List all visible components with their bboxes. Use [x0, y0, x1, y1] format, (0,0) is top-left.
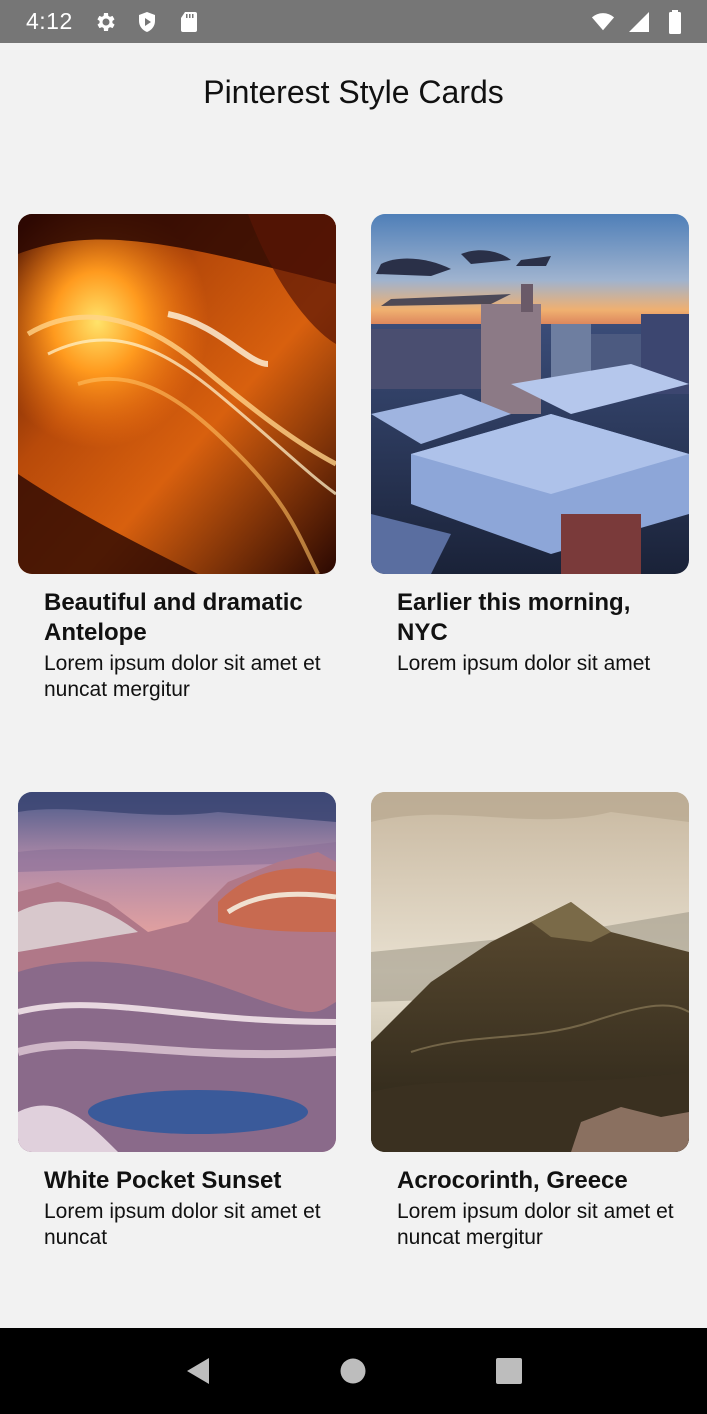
card-title: Acrocorinth, Greece	[397, 1167, 628, 1194]
back-icon[interactable]	[178, 1351, 218, 1391]
card-acrocorinth[interactable]: Acrocorinth, Greece Lorem ipsum dolor si…	[371, 792, 689, 1251]
card-title: Beautiful and dramatic Antelope	[44, 589, 303, 646]
card-white-pocket[interactable]: White Pocket Sunset Lorem ipsum dolor si…	[18, 792, 336, 1251]
gear-icon	[93, 10, 117, 34]
card-description: Lorem ipsum dolor sit amet	[397, 652, 651, 675]
home-icon[interactable]	[333, 1351, 373, 1391]
card-text: White Pocket Sunset Lorem ipsum dolor si…	[18, 1152, 336, 1251]
card-description: Lorem ipsum dolor sit amet et nuncat mer…	[44, 652, 321, 701]
navigation-bar	[0, 1328, 707, 1414]
page-title: Pinterest Style Cards	[203, 74, 504, 110]
card-text: Beautiful and dramatic Antelope Lorem ip…	[18, 574, 336, 703]
card-text: Earlier this morning, NYC Lorem ipsum do…	[371, 574, 689, 677]
status-bar: 4:12	[0, 0, 707, 43]
card-antelope[interactable]: Beautiful and dramatic Antelope Lorem ip…	[18, 214, 336, 703]
wifi-icon	[591, 10, 615, 34]
card-nyc[interactable]: Earlier this morning, NYC Lorem ipsum do…	[371, 214, 689, 677]
status-time: 4:12	[26, 8, 73, 34]
recents-icon[interactable]	[489, 1351, 529, 1391]
status-system-icons	[591, 9, 687, 34]
card-image-acrocorinth	[371, 792, 689, 1152]
card-image-white-pocket	[18, 792, 336, 1152]
cell-signal-icon	[627, 10, 651, 34]
card-description: Lorem ipsum dolor sit amet et nuncat	[44, 1200, 321, 1249]
shield-icon	[135, 10, 159, 34]
sd-card-icon	[177, 10, 201, 34]
card-image-antelope-canyon	[18, 214, 336, 574]
status-notification-icons	[93, 10, 201, 34]
card-description: Lorem ipsum dolor sit amet et nuncat mer…	[397, 1200, 674, 1249]
card-image-nyc-rooftops	[371, 214, 689, 574]
card-title: White Pocket Sunset	[44, 1167, 282, 1194]
battery-icon	[663, 9, 687, 34]
card-text: Acrocorinth, Greece Lorem ipsum dolor si…	[371, 1152, 689, 1251]
card-title: Earlier this morning, NYC	[397, 589, 631, 646]
